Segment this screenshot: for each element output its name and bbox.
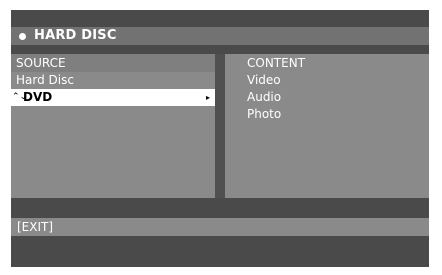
menu-title: HARD DISC [34, 28, 117, 43]
content-item-label: Photo [247, 107, 282, 121]
source-item-dvd[interactable]: ⌃⌄ DVD ▸ [11, 89, 215, 106]
source-panel: SOURCE Hard Disc ⌃⌄ DVD ▸ [11, 54, 215, 198]
content-item-audio[interactable]: Audio [225, 89, 429, 106]
content-panel: CONTENT Video Audio Photo [225, 54, 429, 198]
source-item-hard-disc[interactable]: Hard Disc [11, 72, 215, 89]
content-item-photo[interactable]: Photo [225, 106, 429, 123]
title-separator [11, 45, 429, 54]
frame-bottom [0, 267, 442, 275]
content-item-label: Video [247, 73, 281, 87]
panel-divider [215, 54, 225, 198]
top-band [11, 10, 429, 27]
content-item-video[interactable]: Video [225, 72, 429, 89]
source-item-label: Hard Disc [16, 73, 74, 87]
bullet-icon [19, 33, 26, 40]
menu-title-bar: HARD DISC [11, 27, 429, 45]
content-header: CONTENT [247, 56, 306, 70]
content-item-label: Audio [247, 90, 282, 104]
exit-button[interactable]: [EXIT] [17, 218, 53, 236]
bottom-band [11, 198, 429, 218]
tv-menu-screen: HARD DISC SOURCE Hard Disc ⌃⌄ DVD ▸ CONT… [0, 0, 442, 275]
source-header: SOURCE [16, 56, 66, 70]
chevron-right-icon: ▸ [205, 93, 210, 102]
frame-top [0, 0, 442, 10]
frame-left [0, 0, 11, 275]
exit-bar[interactable]: [EXIT] [11, 218, 429, 236]
scroll-indicator-icon: ⌃⌄ [12, 92, 28, 102]
frame-right [429, 0, 442, 275]
footer-band [11, 236, 429, 267]
